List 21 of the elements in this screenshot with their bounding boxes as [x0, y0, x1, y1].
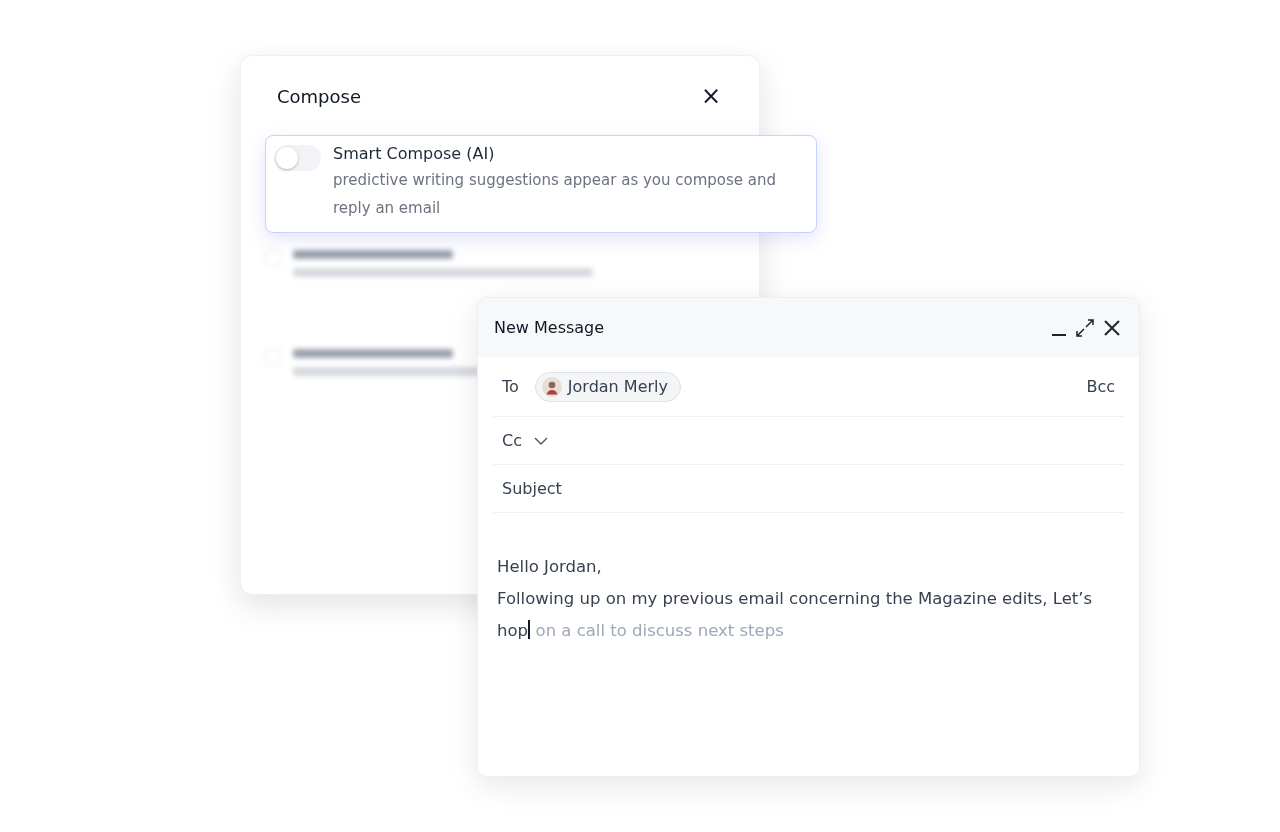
setting-title: Smart Compose (AI) [333, 144, 496, 164]
subject-field[interactable]: Subject [502, 479, 1115, 498]
close-icon[interactable] [1103, 318, 1121, 337]
expand-icon[interactable] [1075, 317, 1095, 338]
window-title: New Message [494, 318, 605, 337]
body-text: Hello Jordan, [497, 556, 603, 578]
cc-dropdown[interactable]: Cc [502, 431, 522, 450]
toggle-switch[interactable] [274, 145, 321, 171]
body-text: Following up on my previous email concerning the Magazine edits, Let’s [497, 589, 1093, 608]
panel-title: Compose [277, 85, 361, 107]
chevron-down-icon [533, 436, 548, 445]
message-body[interactable]: Hello Jordan, Following up on my previous email concerning the Magazine edits, Let’s hop on a call to discuss next steps [478, 513, 1139, 647]
recipient-chip[interactable]: Jordan Merly [534, 371, 681, 402]
body-text: hop [497, 621, 529, 640]
suggestion-text: on a call to discuss next steps [535, 621, 784, 640]
setting-description: predictive writing suggestions appear as you compose and reply an email [333, 170, 778, 219]
close-button[interactable]: × [698, 84, 723, 108]
avatar-icon [541, 376, 562, 397]
bcc-link[interactable]: Bcc [1086, 377, 1115, 396]
field-label: To [502, 377, 519, 396]
text-cursor [528, 620, 530, 639]
